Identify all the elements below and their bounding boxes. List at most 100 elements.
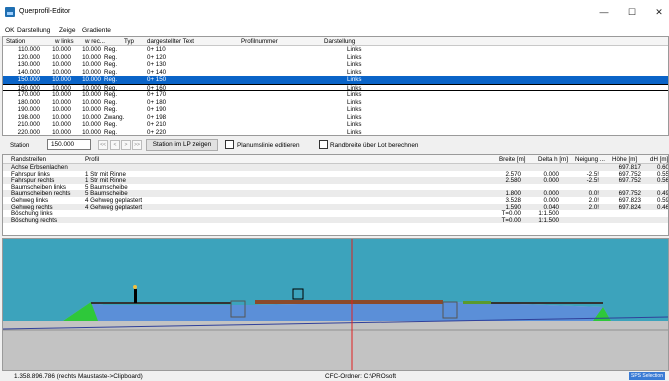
randbreite-checkbox[interactable] bbox=[319, 140, 328, 149]
col-hoehe[interactable]: Höhe [m] bbox=[612, 156, 637, 163]
station-grid[interactable]: Station w links w rec... Typ dargestellt… bbox=[2, 36, 669, 136]
col-breite[interactable]: Breite [m] bbox=[499, 156, 525, 163]
grid-cell: Links bbox=[347, 68, 362, 76]
menu-bar: OK Darstellung Zeige Gradiente bbox=[0, 26, 669, 36]
sidewalk-left bbox=[91, 302, 231, 304]
grid-cell: 140.000 bbox=[17, 68, 40, 76]
table2-row[interactable]: Achse Erbsenlachen 697.817 0.60 bbox=[3, 164, 668, 171]
grid-cell: 0+ 110 bbox=[147, 46, 166, 53]
grid-header: Station w links w rec... Typ dargestellt… bbox=[3, 37, 668, 46]
grid-cell: Links bbox=[347, 53, 362, 61]
grid-cell: Reg. bbox=[104, 61, 118, 68]
grid-cell: 0+ 120 bbox=[147, 53, 167, 61]
nav-next-button[interactable]: > bbox=[121, 140, 131, 150]
grid-row[interactable]: 190.000 10.000 10.000 Reg. 0+ 190 Links bbox=[3, 106, 668, 114]
grid-cell: Zwang. bbox=[104, 113, 125, 121]
table2-row[interactable]: Böschung links T=0.00 1:1.500 bbox=[3, 210, 668, 217]
grid-row[interactable]: 110.000 10.000 10.000 Reg. 0+ 110 Links bbox=[3, 46, 668, 54]
grid-cell: 10.000 bbox=[82, 76, 101, 83]
grid-row[interactable]: 198.000 10.000 10.000 Zwang. 0+ 198 Links bbox=[3, 113, 668, 122]
grid-row[interactable]: 180.000 10.000 10.000 Reg. 0+ 180 Links bbox=[3, 98, 668, 107]
table2-row[interactable]: Gehweg rechts 4 Gehweg geplastert 1.590 0.0… bbox=[3, 203, 668, 211]
col-w-rechts[interactable]: w rec... bbox=[85, 38, 105, 45]
table2-row[interactable]: Gehweg links 4 Gehweg geplastert 3.528 0.00… bbox=[3, 197, 668, 204]
nav-prev-button[interactable]: < bbox=[110, 140, 120, 150]
table2-row[interactable]: Böschung rechts T=0.00 1:1.500 bbox=[3, 216, 668, 224]
grid-row[interactable]: 120.000 10.000 10.000 Reg. 0+ 120 Links bbox=[3, 53, 668, 62]
table2-cell: T=0.00 bbox=[501, 216, 521, 224]
status-badge[interactable]: SPS Selection bbox=[629, 372, 665, 380]
grid-cell: 0+ 140 bbox=[147, 68, 167, 76]
grid-row[interactable]: 160.000 10.000 10.000 Reg. 0+ 160 Links bbox=[3, 83, 668, 92]
table2-cell: Böschung rechts bbox=[11, 216, 58, 224]
menu-darstellung[interactable]: Darstellung bbox=[17, 27, 50, 34]
planum-label: Planumslinie editieren bbox=[237, 142, 300, 149]
grid-cell: Reg. bbox=[104, 53, 118, 61]
table2-row[interactable]: Baumscheiben rechts 5 Baumscheibe 1.800 0.0… bbox=[3, 190, 668, 197]
col-text[interactable]: dargestellter Text bbox=[147, 38, 194, 45]
menu-zeige[interactable]: Zeige bbox=[59, 27, 76, 34]
col-w-links[interactable]: w links bbox=[55, 38, 74, 45]
col-dh[interactable]: dH [m] bbox=[650, 156, 668, 163]
grid-cell: 170.000 bbox=[17, 91, 40, 98]
table2-header: Randstreifen Profil Breite [m] Delta h [… bbox=[3, 155, 668, 164]
planum-checkbox[interactable] bbox=[225, 140, 234, 149]
col-darstellung[interactable]: Darstellung bbox=[324, 38, 355, 45]
window-title: Querprofil-Editor bbox=[19, 8, 71, 15]
nav-first-button[interactable]: << bbox=[98, 140, 108, 150]
col-neigung[interactable]: Neigung ... bbox=[575, 156, 605, 163]
table2-row[interactable]: Fahrspur rechts 1 Str mit Rinne 2.580 0.000… bbox=[3, 177, 668, 184]
title-bar: Querprofil-Editor — ☐ ✕ bbox=[0, 0, 669, 26]
cross-section-svg bbox=[3, 239, 668, 370]
grid-cell: 0+ 190 bbox=[147, 106, 167, 113]
menu-gradiente[interactable]: Gradiente bbox=[82, 27, 111, 34]
grid-cell: 10.000 bbox=[52, 91, 71, 98]
grid-cell: Links bbox=[347, 46, 362, 53]
station-lp-button[interactable]: Station im LP zeigen bbox=[146, 139, 218, 151]
grid-cell: 0+ 150 bbox=[147, 76, 167, 83]
grid-cell: Links bbox=[347, 98, 362, 106]
grid-row[interactable]: 140.000 10.000 10.000 Reg. 0+ 140 Links bbox=[3, 68, 668, 77]
grid-cell: Reg. bbox=[104, 106, 118, 113]
menu-ok[interactable]: OK bbox=[5, 27, 15, 34]
grid-row[interactable]: 210.000 10.000 10.000 Reg. 0+ 210 Links bbox=[3, 121, 668, 129]
grid-cell: 10.000 bbox=[82, 121, 101, 128]
col-typ[interactable]: Typ bbox=[124, 38, 134, 45]
col-profilnummer[interactable]: Profilnummer bbox=[241, 38, 278, 45]
grid-cell: 10.000 bbox=[82, 46, 101, 53]
grid-cell: 130.000 bbox=[17, 61, 40, 68]
road-right bbox=[355, 300, 443, 304]
col-delta-h[interactable]: Delta h [m] bbox=[538, 156, 568, 163]
minimize-button[interactable]: — bbox=[597, 6, 611, 18]
grid-cell: 10.000 bbox=[52, 53, 71, 61]
grid-cell: 0+ 220 bbox=[147, 128, 167, 136]
randstreifen-table[interactable]: Randstreifen Profil Breite [m] Delta h [… bbox=[2, 154, 669, 236]
road-left bbox=[255, 300, 355, 304]
grid-cell: 10.000 bbox=[82, 113, 101, 121]
cross-section-plot[interactable] bbox=[2, 238, 669, 371]
nav-last-button[interactable]: >> bbox=[132, 140, 142, 150]
table2-row[interactable]: Fahrspur links 1 Str mit Rinne 2.570 0.000-… bbox=[3, 171, 668, 178]
grid-cell: 10.000 bbox=[82, 106, 101, 113]
grid-cell: Links bbox=[347, 113, 362, 121]
col-station[interactable]: Station bbox=[6, 38, 25, 45]
grid-cell: 0+ 198 bbox=[147, 113, 167, 121]
sidewalk-right bbox=[491, 302, 603, 304]
close-button[interactable]: ✕ bbox=[652, 6, 666, 18]
grid-cell: 10.000 bbox=[52, 106, 71, 113]
grid-row[interactable]: 150.000 10.000 10.000 Reg. 0+ 150 Links bbox=[3, 76, 668, 84]
col-profil[interactable]: Profil bbox=[85, 156, 99, 163]
person-icon-left bbox=[134, 289, 137, 303]
station-input[interactable]: 150.000 bbox=[47, 139, 91, 150]
maximize-button[interactable]: ☐ bbox=[625, 6, 639, 18]
col-randstreifen[interactable]: Randstreifen bbox=[11, 156, 46, 163]
grid-row[interactable]: 220.000 10.000 10.000 Reg. 0+ 220 Links bbox=[3, 128, 668, 136]
grid-cell: 150.000 bbox=[17, 76, 40, 83]
status-folder: CFC-Ordner: C:\PROsoft bbox=[325, 373, 397, 380]
table2-row[interactable]: Baumscheiben links 5 Baumscheibe bbox=[3, 184, 668, 191]
grid-cell: 0+ 180 bbox=[147, 98, 167, 106]
grid-cell: Reg. bbox=[104, 46, 118, 53]
grid-row[interactable]: 170.000 10.000 10.000 Reg. 0+ 170 Links bbox=[3, 91, 668, 99]
grid-row[interactable]: 130.000 10.000 10.000 Reg. 0+ 130 Links bbox=[3, 61, 668, 69]
randbreite-label: Randbreite über Lot berechnen bbox=[330, 142, 419, 149]
